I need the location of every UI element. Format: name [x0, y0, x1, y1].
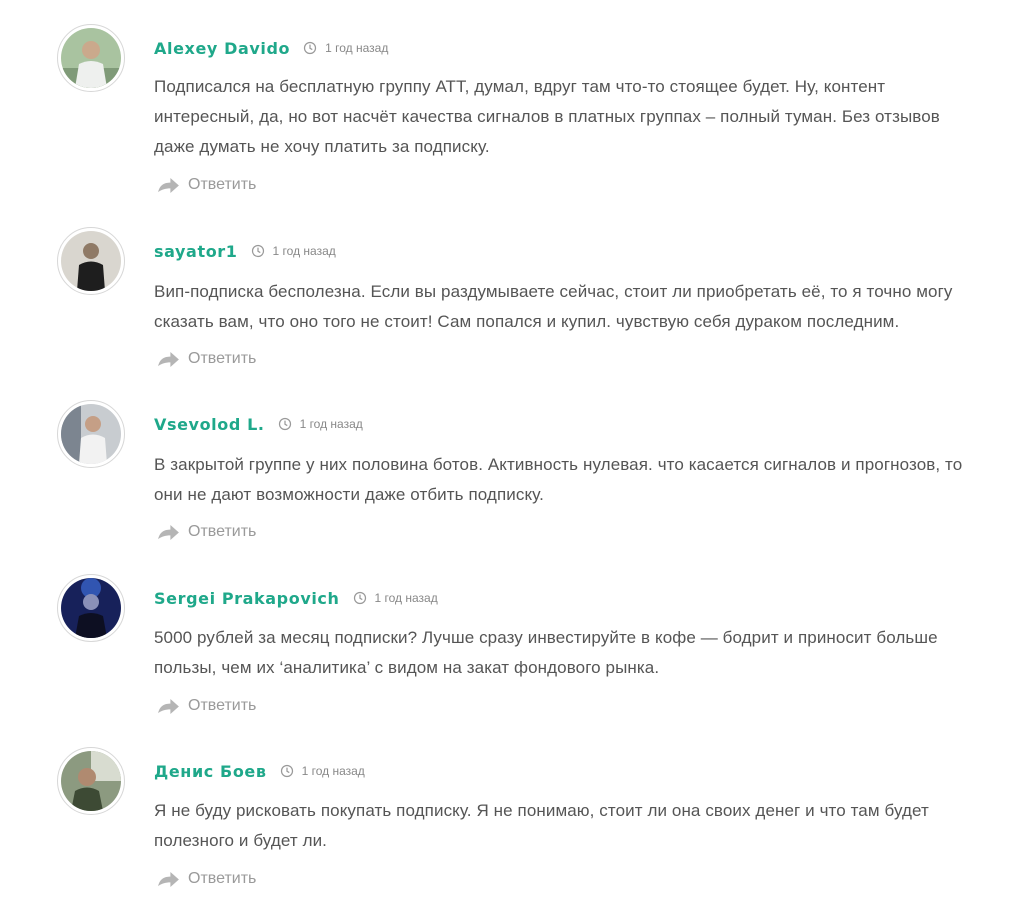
clock-icon: [280, 764, 293, 778]
comment-text: Я не буду рисковать покупать подписку. Я…: [154, 801, 929, 850]
avatar[interactable]: [57, 400, 125, 468]
comment-text: В закрытой группе у них половина ботов. …: [154, 455, 963, 504]
reply-label: Ответить: [188, 523, 257, 540]
comment-text: Подписался на бесплатную группу АТТ, дум…: [154, 77, 940, 156]
avatar-photo-icon: [61, 231, 121, 291]
comment-time-label: 1 год назад: [301, 764, 365, 778]
reply-arrow-icon: [158, 524, 179, 540]
reply-arrow-icon: [158, 177, 179, 193]
comment-text: 5000 рублей за месяц подписки? Лучше сра…: [154, 628, 938, 677]
comment-author[interactable]: Денис Боев: [154, 762, 267, 781]
clock-icon: [278, 417, 291, 431]
comment-author[interactable]: Alexey Davido: [154, 39, 290, 58]
comment-time-label: 1 год назад: [272, 244, 336, 258]
comment-meta: Vsevolod L. 1 год назад: [154, 412, 363, 436]
clock-icon: [353, 591, 366, 605]
avatar[interactable]: [57, 747, 125, 815]
avatar-photo-icon: [61, 751, 121, 811]
comment-meta: Alexey Davido 1 год назад: [154, 36, 388, 60]
comment-author[interactable]: Vsevolod L.: [154, 415, 265, 434]
comment-meta: Sergei Prakapovich 1 год назад: [154, 586, 438, 610]
comment-author[interactable]: sayator1: [154, 242, 238, 261]
reply-label: Ответить: [188, 176, 257, 193]
comment-time[interactable]: 1 год назад: [303, 41, 388, 55]
reply-arrow-icon: [158, 698, 179, 714]
reply-button[interactable]: Ответить: [157, 521, 256, 543]
reply-label: Ответить: [188, 870, 257, 887]
comment-time[interactable]: 1 год назад: [251, 244, 336, 258]
reply-label: Ответить: [188, 697, 257, 714]
clock-icon: [304, 41, 317, 55]
comment-time-label: 1 год назад: [299, 417, 363, 431]
comment-meta: Денис Боев 1 год назад: [154, 759, 365, 783]
comment-time[interactable]: 1 год назад: [280, 764, 365, 778]
reply-arrow-icon: [158, 351, 179, 367]
avatar[interactable]: [57, 574, 125, 642]
comment-time[interactable]: 1 год назад: [278, 417, 363, 431]
clock-icon: [251, 244, 264, 258]
avatar-photo-icon: [61, 404, 121, 464]
avatar-photo-icon: [61, 578, 121, 638]
comment-text: Вип-подписка бесполезна. Если вы раздумы…: [154, 282, 953, 331]
avatar[interactable]: [57, 24, 125, 92]
reply-button[interactable]: Ответить: [157, 174, 256, 196]
comment-time-label: 1 год назад: [374, 591, 438, 605]
reply-arrow-icon: [158, 871, 179, 887]
comment-author[interactable]: Sergei Prakapovich: [154, 589, 340, 608]
reply-button[interactable]: Ответить: [157, 868, 256, 890]
comment-meta: sayator1 1 год назад: [154, 239, 336, 263]
comment-time[interactable]: 1 год назад: [353, 591, 438, 605]
comment-time-label: 1 год назад: [325, 41, 389, 55]
avatar[interactable]: [57, 227, 125, 295]
reply-button[interactable]: Ответить: [157, 348, 256, 370]
reply-button[interactable]: Ответить: [157, 695, 256, 717]
avatar-photo-icon: [61, 28, 121, 88]
reply-label: Ответить: [188, 350, 257, 367]
